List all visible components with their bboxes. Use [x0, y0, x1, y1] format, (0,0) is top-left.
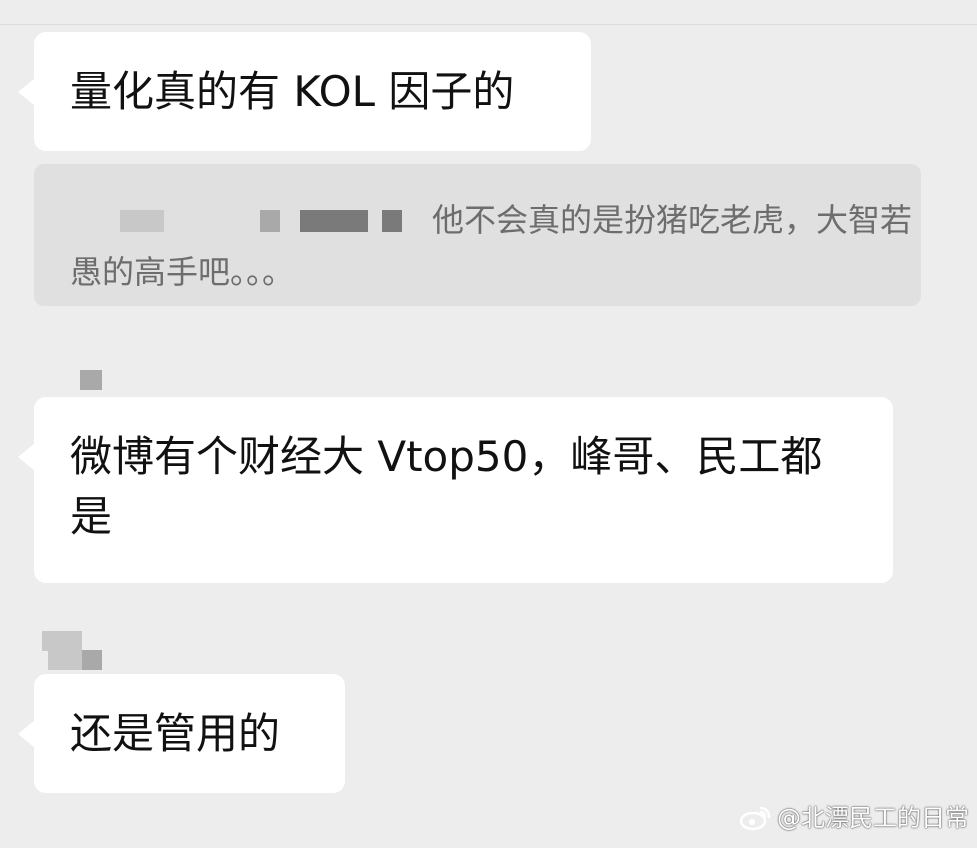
watermark-text: @北漂民工的日常: [777, 804, 969, 832]
sender-name-blurred: [42, 631, 82, 651]
message-text: 量化真的有 KOL 因子的: [70, 67, 515, 116]
message-text: 微博有个财经大 Vtop50，峰哥、民工都是: [70, 432, 823, 541]
watermark: @北漂民工的日常: [739, 803, 969, 833]
message-bubble[interactable]: 量化真的有 KOL 因子的: [18, 32, 591, 151]
sender-name-blurred: [48, 650, 84, 670]
message-bubble[interactable]: 还是管用的: [18, 674, 345, 793]
top-divider: [0, 0, 977, 25]
message-bubble[interactable]: 微博有个财经大 Vtop50，峰哥、民工都是: [18, 397, 893, 583]
quoted-text: 他不会真的是扮猪吃老虎，大智若愚的高手吧。。。: [70, 201, 913, 291]
partial-sender-name: [34, 828, 102, 848]
quoted-message[interactable]: 他不会真的是扮猪吃老虎，大智若愚的高手吧。。。: [34, 164, 921, 306]
sender-name-blurred: [82, 650, 102, 670]
message-text: 还是管用的: [70, 709, 281, 758]
sender-name-blurred: [80, 370, 102, 390]
weibo-icon: [739, 806, 771, 831]
